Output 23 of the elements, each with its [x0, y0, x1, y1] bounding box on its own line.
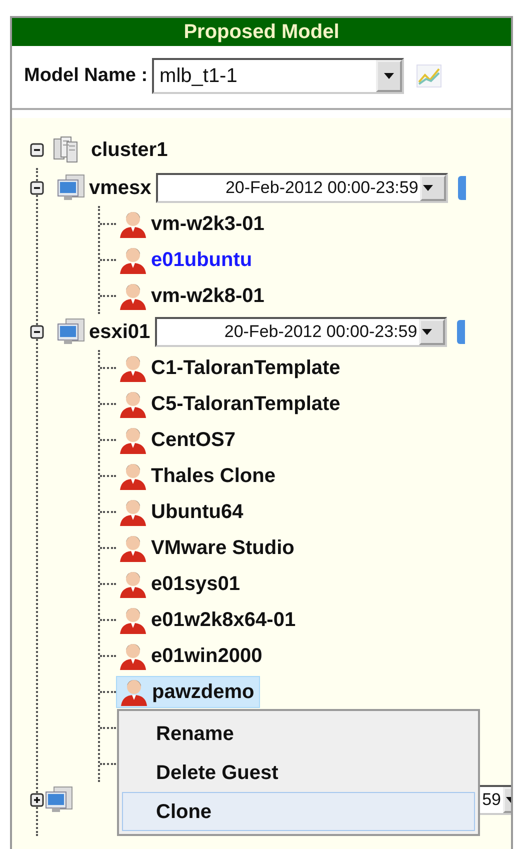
tree-node[interactable]: CentOS7: [116, 425, 240, 455]
tree-node[interactable]: VMware Studio: [116, 533, 300, 563]
tree-node-label[interactable]: esxi01: [86, 317, 154, 347]
tree-node[interactable]: e01sys01: [116, 569, 245, 599]
menu-item[interactable]: Rename: [122, 714, 475, 753]
tree-node[interactable]: Ubuntu64: [116, 497, 248, 527]
tree-node[interactable]: Thales Clone: [116, 461, 280, 491]
tree-node[interactable]: e01ubuntu: [116, 245, 258, 275]
field-label: Model Name :: [24, 64, 148, 88]
tree-node[interactable]: e01win2000: [116, 641, 268, 671]
tree-node[interactable]: C1-TaloranTemplate: [116, 353, 346, 383]
tree-node[interactable]: vm-w2k8-01: [116, 281, 270, 311]
menu-item[interactable]: Delete Guest: [122, 753, 475, 792]
tree-node-label[interactable]: vmesx: [86, 173, 154, 203]
model-name-dropdown[interactable]: mlb_t1-1: [152, 58, 404, 94]
tree-node[interactable]: C5-TaloranTemplate: [116, 389, 346, 419]
panel-title: Proposed Model: [12, 18, 511, 46]
date-range-dropdown[interactable]: 20-Feb-2012 00:00-23:59: [156, 173, 448, 203]
tree-node[interactable]: e01w2k8x64-01: [116, 605, 301, 635]
date-range-dropdown[interactable]: 20-Feb-2012 00:00-23:59: [155, 317, 448, 347]
tree-node-label[interactable]: cluster1: [88, 135, 171, 165]
tree-node[interactable]: vm-w2k3-01: [116, 209, 270, 239]
menu-item[interactable]: Clone: [122, 792, 475, 831]
